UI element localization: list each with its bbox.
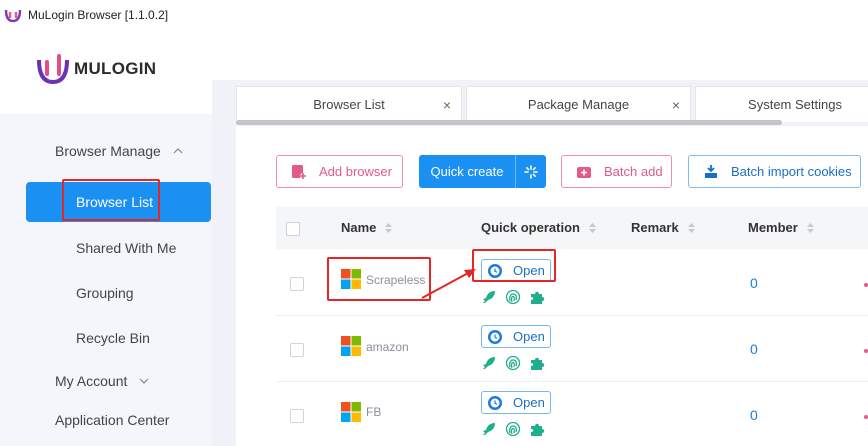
quick-operation-icons [481, 355, 553, 371]
column-header-remark[interactable]: Remark [631, 220, 696, 235]
open-label: Open [513, 329, 545, 344]
logo-text: MULOGIN [74, 59, 157, 78]
batch-add-icon [577, 166, 591, 178]
column-header-member[interactable]: Member [748, 220, 815, 235]
open-button[interactable]: Open [481, 391, 551, 414]
sparkle-icon [524, 164, 538, 179]
column-label: Name [341, 220, 377, 235]
browser-name[interactable]: amazon [366, 340, 409, 354]
member-count[interactable]: 0 [750, 407, 758, 423]
sidebar: Browser Manage Browser List Shared With … [0, 114, 212, 446]
row-checkbox[interactable] [290, 409, 304, 423]
sidebar-group-label: Application Center [55, 412, 170, 428]
batch-import-cookies-label: Batch import cookies [731, 164, 852, 179]
quick-operation-icons [481, 421, 553, 437]
tab-package-manage[interactable]: Package Manage × [466, 86, 691, 122]
tab-label: System Settings [748, 97, 842, 112]
column-header-name[interactable]: Name [341, 220, 393, 235]
chevron-up-icon [173, 148, 183, 154]
sidebar-item-recycle-bin[interactable]: Recycle Bin [76, 330, 150, 346]
open-clock-icon [488, 329, 502, 344]
table-row: FB Open 0 [276, 382, 868, 446]
sort-icon[interactable] [687, 222, 696, 234]
table-header: Name Quick operation Remark Member [276, 207, 868, 249]
sidebar-item-application-center[interactable]: Application Center [55, 412, 169, 428]
tab-label: Package Manage [527, 97, 630, 112]
chevron-down-icon [139, 378, 149, 384]
sidebar-group-label: My Account [55, 373, 128, 389]
highlight-box-open-button [472, 249, 556, 282]
batch-add-label: Batch add [604, 164, 663, 179]
sidebar-item-grouping[interactable]: Grouping [76, 285, 134, 301]
puzzle-icon[interactable] [529, 421, 545, 437]
select-all-checkbox[interactable] [286, 222, 300, 236]
fingerprint-icon[interactable] [505, 289, 521, 305]
tab-bar: Browser List × Package Manage × System S… [236, 86, 868, 122]
sidebar-item-label: Shared With Me [76, 240, 177, 256]
annotation-arrow-icon [421, 269, 476, 299]
quick-create-button[interactable]: Quick create [419, 155, 515, 188]
batch-import-cookies-button[interactable]: Batch import cookies [688, 155, 861, 188]
close-icon[interactable]: × [443, 97, 451, 113]
table-row: amazon Open 0 [276, 316, 868, 382]
open-button[interactable]: Open [481, 325, 551, 348]
sidebar-item-label: Grouping [76, 285, 134, 301]
add-browser-button[interactable]: Add browser [276, 155, 403, 188]
quick-create-options-button[interactable] [515, 155, 546, 188]
column-header-quick-operation[interactable]: Quick operation [481, 220, 597, 235]
tab-label: Browser List [313, 97, 385, 112]
title-bar: MuLogin Browser [1.1.0.2] [0, 0, 868, 30]
highlight-box-browser-name [327, 257, 431, 301]
puzzle-icon[interactable] [529, 289, 545, 305]
member-count[interactable]: 0 [750, 275, 758, 291]
sort-icon[interactable] [384, 222, 393, 234]
app-icon [4, 9, 22, 23]
rocket-icon[interactable] [481, 421, 497, 437]
open-clock-icon [488, 395, 502, 410]
tab-scrollbar[interactable] [236, 120, 782, 125]
mulogin-logo-icon [37, 54, 69, 85]
puzzle-icon[interactable] [529, 355, 545, 371]
member-count[interactable]: 0 [750, 341, 758, 357]
window-title: MuLogin Browser [1.1.0.2] [28, 8, 169, 22]
close-icon[interactable]: × [672, 97, 680, 113]
quick-create-label: Quick create [430, 164, 504, 179]
tab-system-settings[interactable]: System Settings [695, 86, 868, 122]
column-label: Remark [631, 220, 679, 235]
sidebar-group-label: Browser Manage [55, 143, 161, 159]
fingerprint-icon[interactable] [505, 355, 521, 371]
open-label: Open [513, 395, 545, 410]
sort-icon[interactable] [588, 222, 597, 234]
windows-icon [341, 402, 361, 422]
browser-name[interactable]: FB [366, 405, 381, 419]
status-dot [864, 415, 868, 419]
rocket-icon[interactable] [481, 289, 497, 305]
status-dot [864, 283, 868, 287]
sidebar-item-label: Recycle Bin [76, 330, 150, 346]
tab-browser-list[interactable]: Browser List × [236, 86, 462, 122]
highlight-box-browser-list [62, 179, 160, 221]
cookie-import-icon [705, 164, 717, 178]
add-browser-label: Add browser [319, 164, 392, 179]
quick-operation-icons [481, 289, 553, 305]
add-browser-icon [292, 164, 306, 179]
app-window: MuLogin Browser [1.1.0.2] MULOGIN Browse… [0, 0, 868, 446]
row-checkbox[interactable] [290, 343, 304, 357]
sidebar-group-my-account[interactable]: My Account [55, 373, 149, 389]
windows-icon [341, 336, 361, 356]
row-checkbox[interactable] [290, 277, 304, 291]
batch-add-button[interactable]: Batch add [561, 155, 672, 188]
rocket-icon[interactable] [481, 355, 497, 371]
column-label: Member [748, 220, 798, 235]
sort-icon[interactable] [806, 222, 815, 234]
column-label: Quick operation [481, 220, 580, 235]
sidebar-group-browser-manage[interactable]: Browser Manage [55, 143, 183, 159]
status-dot [864, 349, 868, 353]
fingerprint-icon[interactable] [505, 421, 521, 437]
sidebar-item-shared-with-me[interactable]: Shared With Me [76, 240, 176, 256]
logo: MULOGIN [36, 52, 156, 86]
